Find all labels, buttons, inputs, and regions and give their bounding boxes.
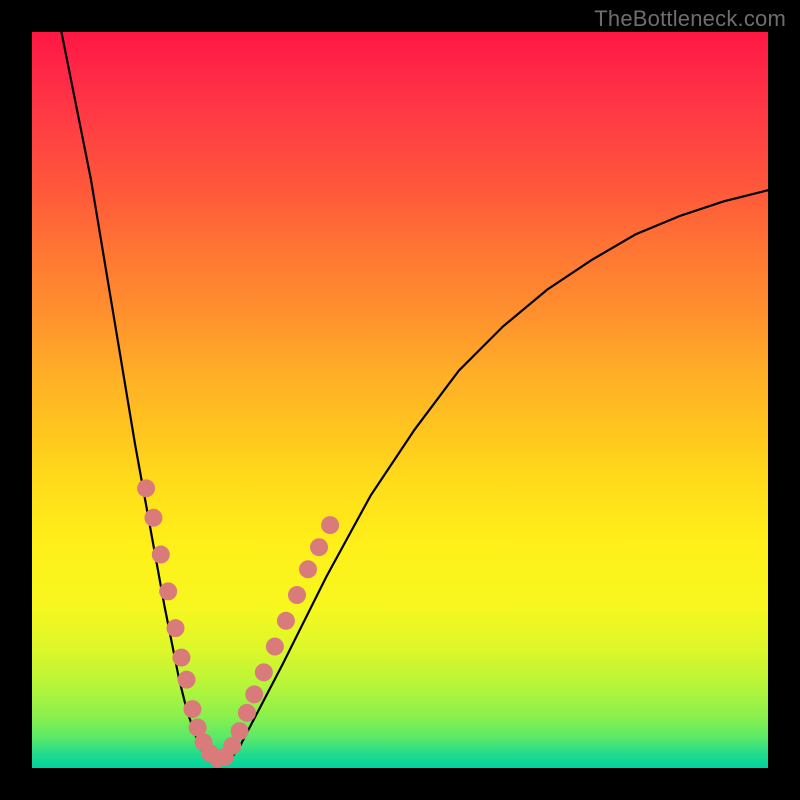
marker-dot (321, 516, 339, 534)
watermark-text: TheBottleneck.com (594, 6, 786, 32)
marker-dot (137, 479, 155, 497)
chart-stage: TheBottleneck.com (0, 0, 800, 800)
marker-dot (266, 638, 284, 656)
marker-dot (231, 722, 249, 740)
marker-dot (277, 612, 295, 630)
marker-dot (152, 546, 170, 564)
marker-dot (183, 700, 201, 718)
marker-dot (299, 560, 317, 578)
marker-dot (238, 704, 256, 722)
chart-plot-area (32, 32, 768, 768)
marker-dot (310, 538, 328, 556)
marker-dot (178, 671, 196, 689)
marker-dot (245, 685, 263, 703)
marker-dot (255, 663, 273, 681)
marker-dot (288, 586, 306, 604)
marker-dot (159, 582, 177, 600)
marker-dot (144, 509, 162, 527)
marker-dot (172, 649, 190, 667)
bottleneck-curve (61, 32, 768, 761)
marker-dot (167, 619, 185, 637)
chart-svg (32, 32, 768, 768)
